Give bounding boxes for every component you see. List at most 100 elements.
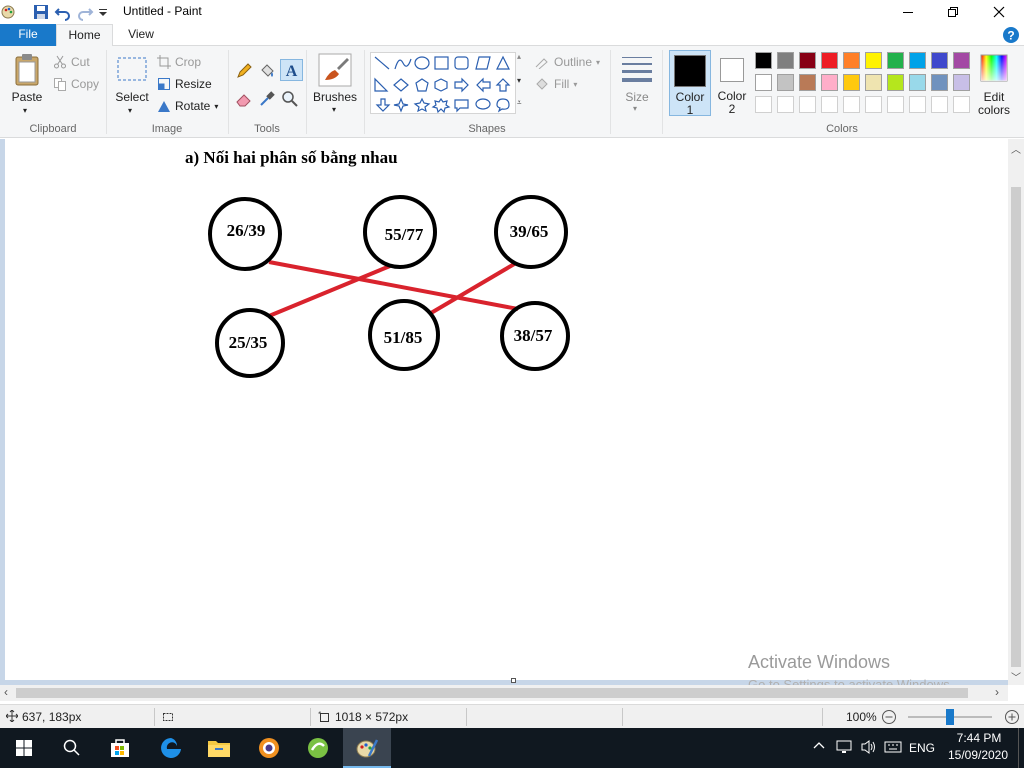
palette-color-swatch[interactable] (843, 52, 860, 69)
custom-color-slot[interactable] (777, 96, 794, 113)
undo-icon[interactable] (54, 3, 72, 21)
canvas-resize-handle[interactable] (511, 678, 516, 683)
taskbar-browser[interactable] (245, 728, 293, 768)
tab-home[interactable]: Home (56, 24, 113, 47)
customize-quick-access-icon[interactable] (97, 3, 115, 21)
color-picker-icon[interactable] (258, 90, 276, 111)
magnifier-icon[interactable] (281, 90, 299, 111)
clock-date[interactable]: 15/09/2020 (946, 748, 1010, 762)
custom-color-slot[interactable] (909, 96, 926, 113)
copy-button[interactable]: Copy (53, 74, 99, 94)
chevron-down-icon[interactable]: ▾ (517, 76, 521, 85)
select-button[interactable]: Select ▾ (114, 52, 150, 115)
taskbar-search-button[interactable] (48, 728, 96, 768)
taskbar-app[interactable] (294, 728, 342, 768)
palette-color-swatch[interactable] (843, 74, 860, 91)
minimize-button[interactable] (885, 0, 931, 24)
canvas-viewport: a) Nối hai phân số bằng nhau 26/39 55/77… (0, 139, 1024, 685)
custom-color-slot[interactable] (887, 96, 904, 113)
edit-colors-button[interactable]: Edit colors (976, 52, 1012, 118)
taskbar-edge[interactable] (147, 728, 195, 768)
chevron-up-icon[interactable]: ▴ (517, 52, 521, 61)
outline-button[interactable]: Outline ▾ (534, 52, 600, 72)
zoom-out-button[interactable] (881, 709, 897, 728)
redo-icon[interactable] (76, 3, 94, 21)
close-button[interactable] (976, 0, 1022, 24)
palette-color-swatch[interactable] (799, 74, 816, 91)
input-language[interactable]: ENG (909, 741, 935, 755)
more-shapes-icon[interactable]: ⩡ (517, 98, 522, 108)
color1-button[interactable]: Color 1 (669, 50, 711, 117)
fill-button[interactable]: Fill ▾ (534, 74, 577, 94)
vertical-scrollbar[interactable]: ︿ ﹀ (1008, 139, 1024, 685)
custom-color-slot[interactable] (799, 96, 816, 113)
text-tool-icon[interactable]: A (280, 59, 303, 81)
clock-time[interactable]: 7:44 PM (952, 731, 1006, 745)
color2-button[interactable]: Color 2 (713, 50, 751, 116)
palette-color-swatch[interactable] (931, 52, 948, 69)
size-button[interactable]: Size ▾ (618, 52, 656, 118)
custom-color-slot[interactable] (843, 96, 860, 113)
show-desktop-button[interactable] (1018, 728, 1019, 768)
taskbar-store[interactable] (96, 728, 144, 768)
palette-color-swatch[interactable] (931, 74, 948, 91)
palette-color-swatch[interactable] (777, 74, 794, 91)
palette-color-swatch[interactable] (909, 74, 926, 91)
scroll-left-icon[interactable]: ‹ (4, 685, 8, 699)
palette-color-swatch[interactable] (865, 52, 882, 69)
palette-color-swatch[interactable] (821, 74, 838, 91)
shapes-scroll[interactable]: ▴ ▾ ⩡ (516, 52, 526, 114)
taskbar-paint[interactable] (343, 728, 391, 768)
palette-color-swatch[interactable] (755, 74, 772, 91)
paint-app-icon[interactable] (0, 3, 18, 21)
shapes-gallery[interactable] (370, 52, 516, 114)
palette-color-swatch[interactable] (953, 74, 970, 91)
scroll-right-icon[interactable]: › (995, 685, 999, 699)
coc-coc-browser-icon (259, 738, 279, 758)
fill-bucket-icon[interactable] (258, 62, 276, 83)
palette-color-swatch[interactable] (887, 74, 904, 91)
restore-button[interactable] (930, 0, 976, 24)
custom-color-slot[interactable] (931, 96, 948, 113)
palette-color-swatch[interactable] (953, 52, 970, 69)
cut-button[interactable]: Cut (53, 52, 90, 72)
eraser-icon[interactable] (235, 90, 253, 111)
vertical-scroll-thumb[interactable] (1011, 187, 1021, 667)
custom-color-slot[interactable] (953, 96, 970, 113)
keyboard-icon[interactable] (884, 739, 902, 758)
horizontal-scrollbar[interactable]: ‹ › (0, 685, 1008, 701)
taskbar-file-explorer[interactable] (195, 728, 243, 768)
palette-color-swatch[interactable] (887, 52, 904, 69)
pencil-icon[interactable] (235, 62, 253, 83)
custom-color-slot[interactable] (755, 96, 772, 113)
save-icon[interactable] (32, 3, 50, 21)
network-icon[interactable] (836, 739, 854, 758)
scroll-down-icon[interactable]: ﹀ (1011, 669, 1021, 684)
horizontal-scroll-thumb[interactable] (16, 688, 968, 698)
rotate-button[interactable]: Rotate ▾ (157, 96, 218, 116)
custom-color-slot[interactable] (821, 96, 838, 113)
show-hidden-icons-button[interactable] (812, 738, 826, 755)
help-icon[interactable]: ? (1002, 26, 1020, 47)
group-divider (306, 50, 307, 134)
taskbar: ENG 7:44 PM 15/09/2020 (0, 728, 1024, 768)
zoom-slider-thumb[interactable] (946, 709, 954, 725)
zoom-in-button[interactable] (1004, 709, 1020, 728)
palette-color-swatch[interactable] (799, 52, 816, 69)
palette-color-swatch[interactable] (777, 52, 794, 69)
palette-color-swatch[interactable] (755, 52, 772, 69)
scroll-up-icon[interactable]: ︿ (1011, 141, 1021, 156)
tab-file[interactable]: File (0, 24, 56, 46)
custom-color-slot[interactable] (865, 96, 882, 113)
start-button[interactable] (0, 728, 48, 768)
volume-icon[interactable] (860, 739, 878, 758)
brushes-button[interactable]: Brushes ▾ (312, 50, 358, 116)
resize-button[interactable]: Resize (157, 74, 212, 94)
paste-button[interactable]: Paste ▾ (8, 52, 46, 115)
crop-button[interactable]: Crop (157, 52, 201, 72)
tab-view[interactable]: View (113, 24, 169, 46)
palette-color-swatch[interactable] (821, 52, 838, 69)
palette-color-swatch[interactable] (909, 52, 926, 69)
drawing-canvas[interactable]: a) Nối hai phân số bằng nhau 26/39 55/77… (5, 139, 1008, 680)
palette-color-swatch[interactable] (865, 74, 882, 91)
